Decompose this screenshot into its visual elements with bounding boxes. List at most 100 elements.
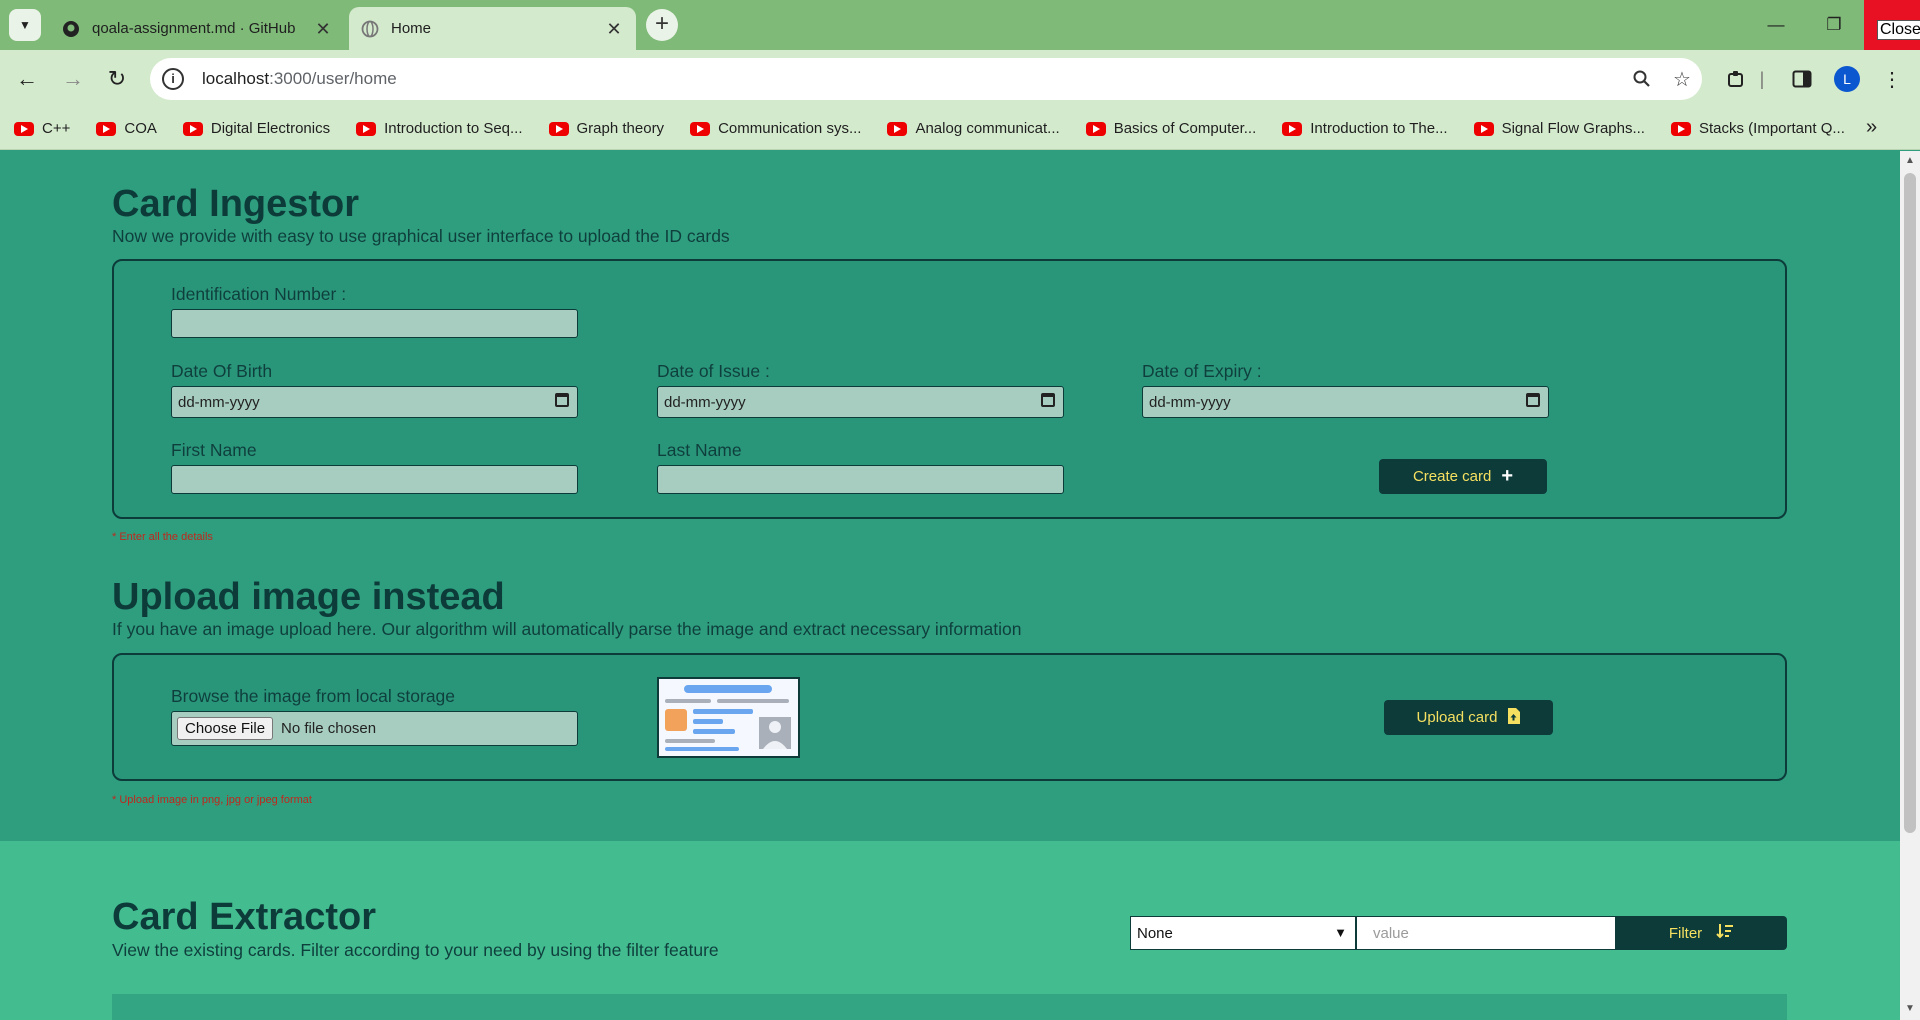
bookmark-item[interactable]: Communication sys...: [690, 120, 861, 137]
close-tab-icon[interactable]: ✕: [604, 19, 624, 39]
plus-icon: +: [1501, 465, 1514, 487]
upload-subtitle: If you have an image upload here. Our al…: [112, 619, 1022, 639]
date-placeholder: dd-mm-yyyy: [1149, 393, 1231, 411]
bookmark-item[interactable]: Graph theory: [548, 120, 665, 137]
youtube-icon: [1085, 121, 1106, 136]
bookmark-label: Communication sys...: [718, 120, 862, 137]
youtube-icon: [548, 121, 569, 136]
bookmark-item[interactable]: Introduction to Seq...: [356, 120, 523, 137]
file-status: No file chosen: [281, 720, 377, 737]
scrollbar-thumb[interactable]: [1904, 173, 1916, 833]
id-number-label: Identification Number :: [171, 284, 347, 304]
youtube-icon: [356, 121, 377, 136]
calendar-icon[interactable]: [1526, 393, 1540, 407]
filter-select-value: None: [1137, 924, 1173, 942]
tab-home[interactable]: Home ✕: [349, 7, 636, 50]
bookmark-label: Stacks (Important Q...: [1698, 120, 1845, 137]
youtube-icon: [887, 121, 908, 136]
extensions-icon[interactable]: [1718, 62, 1754, 96]
minimize-icon[interactable]: —: [1748, 0, 1804, 50]
cards-table: [112, 994, 1787, 1020]
youtube-icon: [182, 121, 203, 136]
bookmark-label: Digital Electronics: [210, 120, 331, 137]
bookmark-item[interactable]: COA: [96, 120, 157, 137]
date-placeholder: dd-mm-yyyy: [178, 393, 260, 411]
browser-tab-bar: ▼ qoala-assignment.md · GitHub ✕ Home ✕ …: [0, 0, 1920, 50]
file-input[interactable]: Choose File No file chosen: [171, 711, 578, 746]
last-name-input[interactable]: [657, 465, 1064, 494]
bookmark-label: Introduction to Seq...: [384, 120, 523, 137]
last-name-label: Last Name: [657, 440, 742, 460]
bookmark-item[interactable]: Stacks (Important Q...: [1670, 120, 1845, 137]
bookmarks-overflow-icon[interactable]: »: [1866, 116, 1877, 139]
dob-input[interactable]: dd-mm-yyyy: [171, 386, 578, 418]
calendar-icon[interactable]: [555, 393, 569, 407]
create-card-button[interactable]: Create card +: [1379, 459, 1547, 494]
github-icon: [62, 20, 80, 38]
browser-toolbar: ← → ↻ i localhost:3000/user/home ☆ | L ⋮: [0, 50, 1920, 108]
url-text[interactable]: localhost:3000/user/home: [202, 69, 1622, 89]
close-tab-icon[interactable]: ✕: [313, 19, 333, 39]
upload-card-label: Upload card: [1416, 709, 1498, 726]
youtube-icon: [1670, 121, 1691, 136]
expiry-date-input[interactable]: dd-mm-yyyy: [1142, 386, 1549, 418]
bookmarks-bar: C++ COA Digital Electronics Introduction…: [0, 108, 1920, 150]
bookmark-star-icon[interactable]: ☆: [1662, 59, 1702, 99]
filter-value-input[interactable]: value: [1356, 916, 1616, 950]
bookmark-item[interactable]: C++: [14, 120, 70, 137]
site-info-icon[interactable]: i: [162, 68, 184, 90]
tab-github[interactable]: qoala-assignment.md · GitHub ✕: [50, 7, 345, 50]
tab-title: Home: [391, 20, 432, 37]
sort-icon: [1716, 923, 1734, 943]
choose-file-button[interactable]: Choose File: [177, 717, 274, 740]
ingestor-title: Card Ingestor: [112, 183, 360, 225]
upload-card-button[interactable]: Upload card: [1384, 700, 1553, 735]
youtube-icon: [1473, 121, 1494, 136]
back-arrow-icon[interactable]: ←: [10, 62, 44, 96]
url-host: localhost: [202, 69, 270, 88]
issue-date-input[interactable]: dd-mm-yyyy: [657, 386, 1064, 418]
calendar-icon[interactable]: [1041, 393, 1055, 407]
close-tooltip: Close: [1877, 20, 1920, 40]
bookmark-item[interactable]: Introduction to The...: [1282, 120, 1448, 137]
bookmark-item[interactable]: Analog communicat...: [887, 120, 1060, 137]
first-name-input[interactable]: [171, 465, 578, 494]
chevron-down-icon: ▼: [1334, 925, 1347, 940]
profile-avatar[interactable]: L: [1834, 66, 1860, 92]
youtube-icon: [690, 121, 711, 136]
youtube-icon: [14, 121, 34, 136]
upload-title: Upload image instead: [112, 576, 505, 618]
extractor-subtitle: View the existing cards. Filter accordin…: [112, 940, 719, 960]
new-tab-button[interactable]: +: [646, 9, 678, 41]
scroll-down-icon[interactable]: ▼: [1905, 1003, 1915, 1014]
filter-label: Filter: [1668, 924, 1703, 942]
scroll-up-icon[interactable]: ▲: [1905, 155, 1915, 166]
upload-note: * Upload image in png, jpg or jpeg forma…: [112, 794, 312, 806]
page-scrollbar[interactable]: ▲ ▼: [1900, 151, 1920, 1020]
zoom-icon[interactable]: [1622, 59, 1662, 99]
reload-icon[interactable]: ↻: [100, 62, 134, 96]
first-name-label: First Name: [171, 440, 257, 460]
create-card-label: Create card: [1412, 468, 1492, 485]
tab-search-button[interactable]: ▼: [9, 9, 41, 41]
bookmark-label: Basics of Computer...: [1113, 120, 1257, 137]
date-placeholder: dd-mm-yyyy: [664, 393, 746, 411]
url-path: :3000/user/home: [269, 69, 397, 88]
id-number-input[interactable]: [171, 309, 578, 338]
expiry-date-label: Date of Expiry :: [1142, 361, 1262, 381]
filter-button[interactable]: Filter: [1616, 916, 1787, 950]
filter-field-select[interactable]: None ▼: [1130, 916, 1356, 950]
id-card-illustration: [657, 677, 800, 758]
restore-icon[interactable]: ❐: [1806, 0, 1862, 50]
bookmark-item[interactable]: Basics of Computer...: [1085, 120, 1257, 137]
bookmark-label: Analog communicat...: [915, 120, 1060, 137]
side-panel-icon[interactable]: [1784, 62, 1820, 96]
address-bar[interactable]: i localhost:3000/user/home ☆: [150, 58, 1702, 100]
forward-arrow-icon[interactable]: →: [56, 62, 90, 96]
bookmark-item[interactable]: Signal Flow Graphs...: [1473, 120, 1645, 137]
bookmark-label: Graph theory: [576, 120, 665, 137]
more-menu-icon[interactable]: ⋮: [1874, 62, 1910, 96]
youtube-icon: [96, 121, 117, 136]
dob-label: Date Of Birth: [171, 361, 273, 381]
bookmark-item[interactable]: Digital Electronics: [182, 120, 331, 137]
